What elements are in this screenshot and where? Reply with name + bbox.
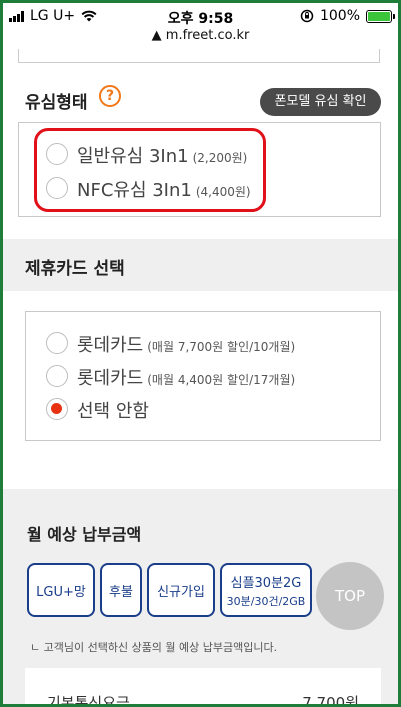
lock-icon: ▲ — [151, 28, 166, 43]
basic-fee-value: 7,700원 — [302, 694, 359, 704]
device-status: 100% — [300, 8, 395, 24]
card-option-radio[interactable] — [46, 332, 68, 354]
join-type-chip[interactable]: 신규가입 — [147, 563, 215, 617]
card-option-radio[interactable] — [46, 365, 68, 387]
fee-card: 기본통신요금 7,700원 — [25, 668, 381, 704]
estimate-note: ㄴ 고객님이 선택하신 상품의 월 예상 납부금액입니다. — [30, 641, 278, 654]
url-bar[interactable]: ▲ m.freet.co.kr — [3, 28, 398, 43]
scroll-top-button[interactable]: TOP — [316, 562, 384, 630]
estimate-section-title: 월 예상 납부금액 — [27, 525, 142, 544]
network-chip[interactable]: LGU+망 — [27, 563, 95, 617]
phone-model-sim-check-button[interactable]: 폰모델 유심 확인 — [260, 88, 381, 116]
card-option-lotte-10m[interactable]: 롯데카드 (매월 7,700원 할인/10개월) — [77, 331, 295, 357]
battery-percent: 100% — [319, 8, 360, 24]
previous-section-box — [18, 49, 380, 63]
rotation-lock-icon — [300, 9, 314, 23]
phone-screen: LG U+ 오후 9:58 100% ▲ m.freet.co.kr 유심형태 … — [3, 3, 398, 704]
help-icon[interactable]: ? — [99, 85, 121, 107]
red-highlight-annotation — [34, 128, 266, 212]
payment-type-chip[interactable]: 후불 — [100, 563, 142, 617]
card-option-none[interactable]: 선택 안함 — [77, 397, 149, 423]
card-options-box: 롯데카드 (매월 7,700원 할인/10개월) 롯데카드 (매월 4,400원 할… — [25, 311, 381, 441]
sim-section-title: 유심형태 — [25, 93, 88, 113]
status-bar: LG U+ 오후 9:58 100% — [3, 3, 398, 29]
battery-icon — [366, 9, 395, 23]
card-option-lotte-17m[interactable]: 롯데카드 (매월 4,400원 할인/17개월) — [77, 364, 295, 390]
card-section-title: 제휴카드 선택 — [25, 259, 125, 279]
card-section-header: 제휴카드 선택 — [3, 239, 398, 291]
basic-fee-label: 기본통신요금 — [47, 694, 130, 704]
url-text: m.freet.co.kr — [165, 28, 250, 43]
plan-chip[interactable]: 심플30분2G 30분/30건/2GB — [220, 563, 312, 617]
card-option-radio-selected[interactable] — [46, 398, 68, 420]
